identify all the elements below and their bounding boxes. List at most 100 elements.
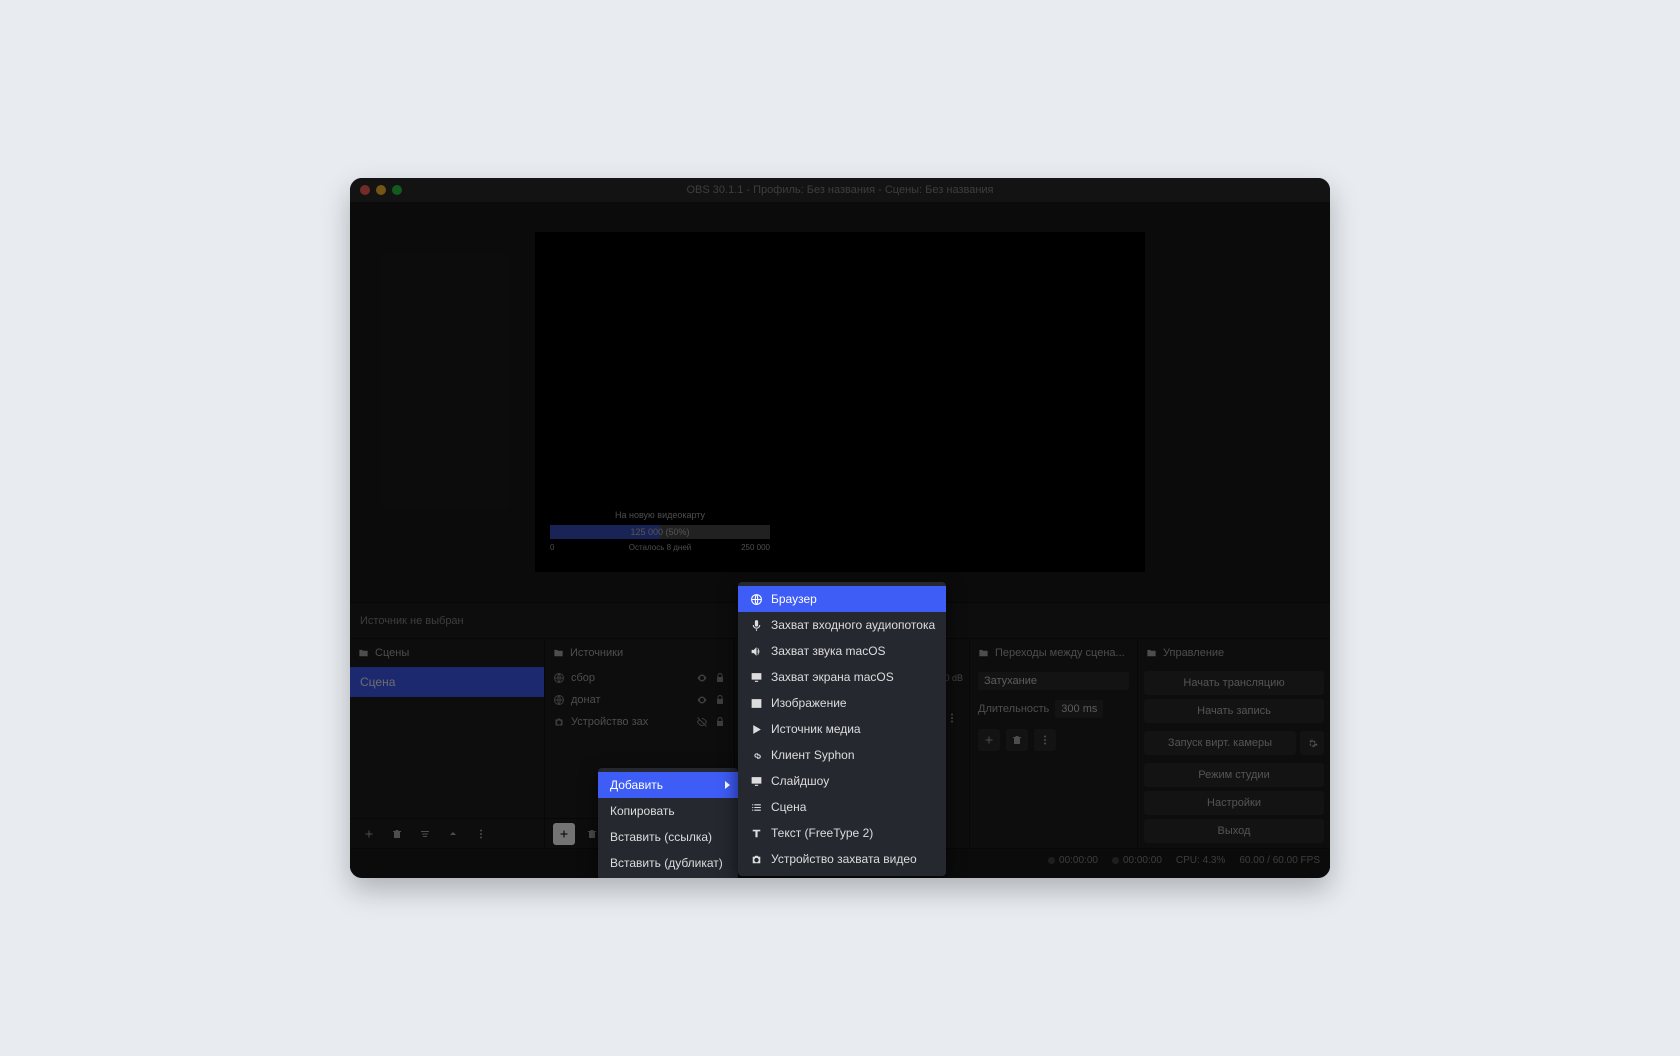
- preview-area: На новую видеокарту 125 000 (50%) 0 Оста…: [350, 202, 1330, 602]
- menu-syphon[interactable]: Клиент Syphon: [738, 742, 946, 768]
- scene-item[interactable]: Сцена: [350, 667, 544, 697]
- source-item[interactable]: донат: [545, 689, 734, 711]
- menu-text[interactable]: Текст (FreeType 2): [738, 820, 946, 846]
- transitions-footer: [978, 729, 1129, 751]
- preview-canvas[interactable]: На новую видеокарту 125 000 (50%) 0 Оста…: [535, 232, 1145, 572]
- trash-icon: [391, 828, 403, 840]
- donation-days: Осталось 8 дней: [550, 543, 770, 552]
- transition-duration: Длительность 300 ms: [970, 695, 1137, 723]
- scene-more-button[interactable]: [470, 823, 492, 845]
- menu-add[interactable]: Добавить: [598, 772, 738, 798]
- trash-icon: [1011, 734, 1023, 746]
- plus-icon: [983, 734, 995, 746]
- dock-icon: [553, 648, 564, 659]
- camera-icon: [553, 716, 565, 728]
- no-source-label: Источник не выбран: [360, 615, 464, 627]
- transitions-body: Затухание Длительность 300 ms: [970, 667, 1137, 848]
- status-cpu: CPU: 4.3%: [1176, 855, 1225, 866]
- status-fps: 60.00 / 60.00 FPS: [1239, 855, 1320, 866]
- donation-amount: 125 000 (50%): [630, 527, 689, 537]
- eye-icon[interactable]: [696, 694, 708, 706]
- controls-body: Начать трансляцию Начать запись Запуск в…: [1138, 667, 1330, 848]
- start-record-button[interactable]: Начать запись: [1144, 699, 1324, 723]
- camera-icon: [750, 853, 763, 866]
- menu-copy[interactable]: Копировать: [598, 798, 738, 824]
- add-source-submenu: Браузер Захват входного аудиопотока Захв…: [738, 582, 946, 876]
- speaker-icon: [750, 645, 763, 658]
- plus-icon: [363, 828, 375, 840]
- slideshow-icon: [750, 775, 763, 788]
- vcam-settings-button[interactable]: [1300, 731, 1324, 755]
- microphone-icon: [750, 619, 763, 632]
- status-live: 00:00:00: [1048, 855, 1098, 866]
- exit-button[interactable]: Выход: [1144, 819, 1324, 843]
- chevron-up-icon: [447, 828, 459, 840]
- dock-icon: [358, 648, 369, 659]
- dock-icon: [1146, 648, 1157, 659]
- db-label: 0 dB: [944, 673, 963, 683]
- controls-header: Управление: [1138, 639, 1330, 667]
- menu-image[interactable]: Изображение: [738, 690, 946, 716]
- menu-scene[interactable]: Сцена: [738, 794, 946, 820]
- scene-filter-button[interactable]: [414, 823, 436, 845]
- titlebar: OBS 30.1.1 - Профиль: Без названия - Сце…: [350, 178, 1330, 202]
- globe-icon: [750, 593, 763, 606]
- remove-transition-button[interactable]: [1006, 729, 1028, 751]
- menu-browser[interactable]: Браузер: [738, 586, 946, 612]
- plus-icon: [558, 828, 570, 840]
- duration-input[interactable]: 300 ms: [1055, 700, 1103, 718]
- lock-icon[interactable]: [714, 694, 726, 706]
- remove-scene-button[interactable]: [386, 823, 408, 845]
- menu-paste-dup[interactable]: Вставить (дубликат): [598, 850, 738, 876]
- filter-icon: [419, 828, 431, 840]
- scenes-dock: Сцены Сцена: [350, 639, 545, 848]
- menu-audio-input[interactable]: Захват входного аудиопотока: [738, 612, 946, 638]
- settings-button[interactable]: Настройки: [1144, 791, 1324, 815]
- status-rec: 00:00:00: [1112, 855, 1162, 866]
- globe-icon: [553, 672, 565, 684]
- monitor-icon: [750, 671, 763, 684]
- play-icon: [750, 723, 763, 736]
- add-source-button[interactable]: [553, 823, 575, 845]
- menu-media[interactable]: Источник медиа: [738, 716, 946, 742]
- source-item[interactable]: сбор: [545, 667, 734, 689]
- text-icon: [750, 827, 763, 840]
- donation-title: На новую видеокарту: [550, 510, 770, 520]
- start-stream-button[interactable]: Начать трансляцию: [1144, 671, 1324, 695]
- transition-more-button[interactable]: [1034, 729, 1056, 751]
- donation-footer: 0 Осталось 8 дней 250 000: [550, 543, 770, 552]
- move-up-button[interactable]: [442, 823, 464, 845]
- more-icon: [1039, 734, 1051, 746]
- link-icon: [750, 749, 763, 762]
- menu-slideshow[interactable]: Слайдшоу: [738, 768, 946, 794]
- transitions-dock: Переходы между сцена... Затухание Длител…: [970, 639, 1138, 848]
- transitions-header: Переходы между сцена...: [970, 639, 1137, 667]
- scenes-header: Сцены: [350, 639, 544, 667]
- menu-screen-macos[interactable]: Захват экрана macOS: [738, 664, 946, 690]
- transition-select[interactable]: Затухание: [970, 667, 1137, 695]
- eye-off-icon[interactable]: [696, 716, 708, 728]
- controls-dock: Управление Начать трансляцию Начать запи…: [1138, 639, 1330, 848]
- add-transition-button[interactable]: [978, 729, 1000, 751]
- source-context-menu: Добавить Копировать Вставить (ссылка) Вс…: [598, 768, 738, 878]
- scenes-list[interactable]: Сцена: [350, 667, 544, 818]
- submenu-arrow-icon: [725, 781, 730, 789]
- trash-icon: [586, 828, 598, 840]
- studio-mode-button[interactable]: Режим студии: [1144, 763, 1324, 787]
- source-item[interactable]: Устройство зах: [545, 711, 734, 733]
- menu-video-capture[interactable]: Устройство захвата видео: [738, 846, 946, 872]
- lock-icon[interactable]: [714, 672, 726, 684]
- donation-widget: На новую видеокарту 125 000 (50%) 0 Оста…: [550, 510, 770, 552]
- sources-header: Источники: [545, 639, 734, 667]
- eye-icon[interactable]: [696, 672, 708, 684]
- lock-icon[interactable]: [714, 716, 726, 728]
- image-icon: [750, 697, 763, 710]
- menu-paste-ref[interactable]: Вставить (ссылка): [598, 824, 738, 850]
- add-scene-button[interactable]: [358, 823, 380, 845]
- list-icon: [750, 801, 763, 814]
- menu-audio-macos[interactable]: Захват звука macOS: [738, 638, 946, 664]
- scenes-footer: [350, 818, 544, 848]
- donation-progress: 125 000 (50%): [550, 525, 770, 539]
- start-vcam-button[interactable]: Запуск вирт. камеры: [1144, 731, 1296, 755]
- window-title: OBS 30.1.1 - Профиль: Без названия - Сце…: [350, 184, 1330, 196]
